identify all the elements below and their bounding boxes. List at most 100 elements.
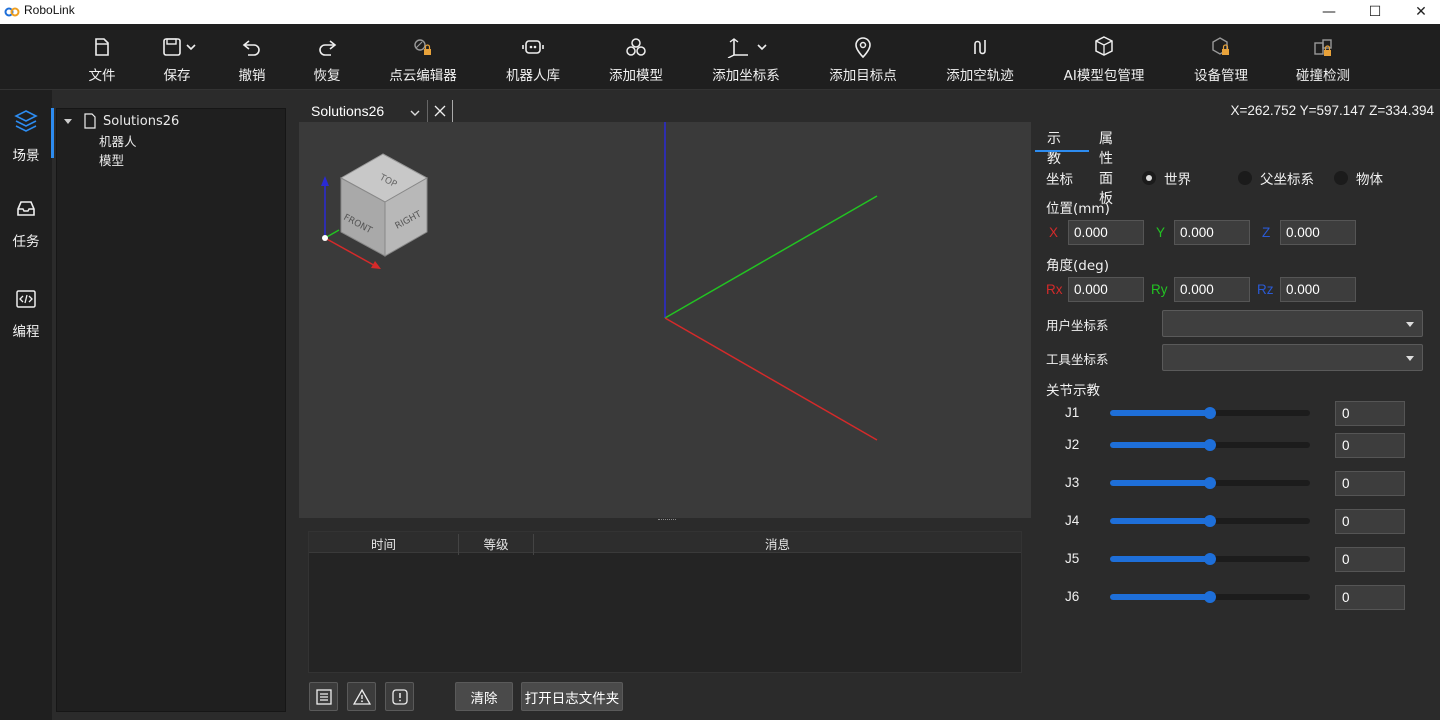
point-cloud-locked-icon [414,39,431,55]
log-col-time[interactable]: 时间 [309,534,458,553]
rail-active-indicator [51,108,54,158]
title-bar: RoboLink — ☐ ✕ [0,0,1440,24]
collision-detection-button[interactable]: 碰撞检测 [1290,24,1356,90]
maximize-button[interactable]: ☐ [1352,0,1398,24]
3d-viewport[interactable]: TOP FRONT RIGHT [299,122,1031,518]
dropdown-arrow-icon [1406,356,1414,361]
position-x-input[interactable]: 0.000 [1068,220,1144,245]
joint-slider[interactable] [1110,587,1310,607]
joint-slider[interactable] [1110,511,1310,531]
tree-root[interactable]: Solutions26 [63,113,179,129]
slider-thumb[interactable] [1204,553,1216,565]
angle-label: 角度(deg) [1046,258,1109,274]
ry-label: Ry [1151,282,1168,297]
minimize-button[interactable]: — [1306,0,1352,24]
x-label: X [1049,225,1059,240]
list-icon [315,688,332,705]
slider-fill [1110,594,1210,600]
layers-icon [14,110,38,132]
rotation-ry-input[interactable]: 0.000 [1174,277,1250,302]
close-window-button[interactable]: ✕ [1398,0,1440,24]
tool-frame-select[interactable] [1162,344,1423,371]
slider-fill [1110,480,1210,486]
path-icon [974,40,986,55]
joint-value-input[interactable]: 0 [1335,471,1405,496]
position-y-input[interactable]: 0.000 [1174,220,1250,245]
rail-item-scene[interactable]: 场景 [0,90,52,164]
tab-properties[interactable]: 属性面板 [1099,128,1113,208]
add-frame-button[interactable]: 添加坐标系 [706,24,786,90]
close-icon [434,105,446,117]
joint-slider[interactable] [1110,549,1310,569]
joint-value-input[interactable]: 0 [1335,547,1405,572]
joint-value-input[interactable]: 0 [1335,585,1405,610]
slider-thumb[interactable] [1204,515,1216,527]
x-axis-line [664,317,878,441]
rail-item-programming[interactable]: 编程 [0,270,52,340]
user-frame-select[interactable] [1162,310,1423,337]
chevron-down-icon[interactable] [410,108,420,118]
add-model-button[interactable]: 添加模型 [603,24,669,90]
log-splitter-handle[interactable] [658,519,676,521]
model-icon [626,38,646,56]
left-rail: 场景 任务 编程 [0,90,52,720]
joint-slider[interactable] [1110,435,1310,455]
joint-value-input[interactable]: 0 [1335,509,1405,534]
joint-slider[interactable] [1110,473,1310,493]
view-cube[interactable]: TOP FRONT RIGHT [339,153,429,257]
joint-label: J5 [1065,551,1080,566]
redo-button[interactable]: 恢复 [307,24,347,90]
open-log-folder-button[interactable]: 打开日志文件夹 [521,682,623,711]
log-col-message[interactable]: 消息 [534,534,1021,553]
collapse-arrow-icon[interactable] [63,116,73,126]
cursor-coordinates: X=262.752 Y=597.147 Z=334.394 [1230,103,1434,118]
code-icon [16,290,36,308]
save-button[interactable]: 保存 [152,24,202,90]
maximize-icon: ☐ [1368,4,1382,20]
z-label: Z [1262,225,1271,240]
rail-item-task[interactable]: 任务 [0,180,52,250]
tab-teach[interactable]: 示教 [1047,128,1061,168]
log-filter-info-button[interactable] [309,682,338,711]
slider-thumb[interactable] [1204,439,1216,451]
error-icon [391,688,408,705]
rotation-rx-input[interactable]: 0.000 [1068,277,1144,302]
rotation-rz-input[interactable]: 0.000 [1280,277,1356,302]
tree-item-robot[interactable]: 机器人 [99,131,137,150]
tree-item-model[interactable]: 模型 [99,150,124,169]
radio-parent-frame[interactable]: 父坐标系 [1238,168,1314,188]
log-filter-warning-button[interactable] [347,682,376,711]
slider-thumb[interactable] [1204,591,1216,603]
close-tab-button[interactable] [427,100,453,122]
joint-value-input[interactable]: 0 [1335,401,1405,426]
log-col-level[interactable]: 等级 [459,534,533,553]
radio-object[interactable]: 物体 [1334,168,1383,188]
slider-fill [1110,518,1210,524]
ai-package-button[interactable]: AI模型包管理 [1058,24,1150,90]
point-cloud-editor-button[interactable]: 点云编辑器 [383,24,463,90]
log-filter-error-button[interactable] [385,682,414,711]
viewport-tab[interactable]: Solutions26 [299,100,459,122]
tree-root-label: Solutions26 [103,113,180,129]
viewport-tab-title: Solutions26 [311,103,385,119]
device-locked-icon [1212,37,1229,55]
coord-label: 坐标 [1046,172,1073,188]
slider-fill [1110,410,1210,416]
radio-world[interactable]: 世界 [1142,168,1191,188]
robot-library-button[interactable]: 机器人库 [500,24,566,90]
slider-thumb[interactable] [1204,477,1216,489]
position-z-input[interactable]: 0.000 [1280,220,1356,245]
clear-log-button[interactable]: 清除 [455,682,513,711]
close-icon: ✕ [1415,4,1427,20]
joint-value-input[interactable]: 0 [1335,433,1405,458]
log-panel: 时间 等级 消息 [308,531,1022,673]
add-path-button[interactable]: 添加空轨迹 [940,24,1020,90]
add-target-button[interactable]: 添加目标点 [823,24,903,90]
file-button[interactable]: 文件 [82,24,122,90]
slider-thumb[interactable] [1204,407,1216,419]
undo-button[interactable]: 撤销 [232,24,272,90]
dropdown-arrow-icon [1406,322,1414,327]
device-manager-button[interactable]: 设备管理 [1188,24,1254,90]
joint-slider[interactable] [1110,403,1310,423]
undo-icon [242,40,260,56]
